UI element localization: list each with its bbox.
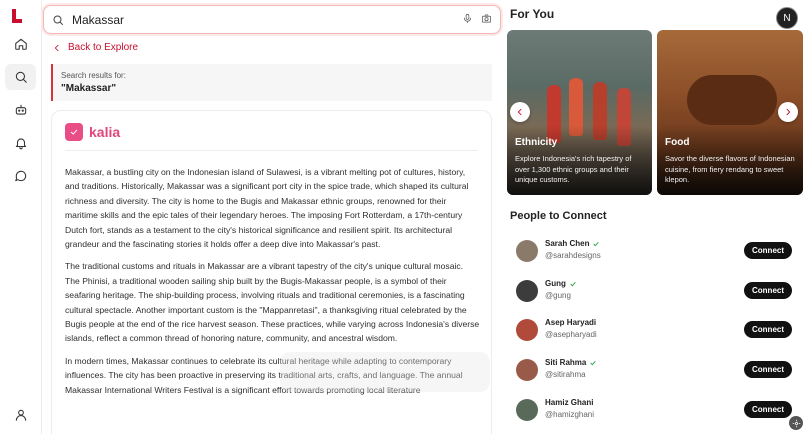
user-icon: [15, 409, 26, 421]
person-row: Sarah Chen @sarahdesigns Connect: [516, 238, 796, 264]
person-name-row: Siti Rahma: [545, 358, 597, 367]
search-icon: [53, 15, 63, 25]
person-name: Siti Rahma: [545, 358, 587, 367]
person-name-row: Asep Haryadi: [545, 318, 596, 327]
people-to-connect-title: People to Connect: [510, 210, 607, 222]
search-icon: [15, 71, 27, 83]
person-handle: @sitirahma: [545, 370, 586, 379]
image-search-button[interactable]: [481, 11, 492, 29]
avatar[interactable]: [516, 359, 538, 381]
bell-icon: [15, 138, 26, 150]
article-paragraph: Makassar, a bustling city on the Indones…: [65, 167, 469, 250]
robot-icon: [15, 104, 26, 115]
chevron-left-icon: [517, 108, 522, 116]
gear-icon: [792, 419, 800, 427]
nav-home[interactable]: [5, 31, 36, 57]
nav-profile[interactable]: [5, 402, 36, 428]
search-bar[interactable]: Makassar: [43, 5, 501, 34]
floating-overlay: [280, 352, 490, 392]
person-name: Asep Haryadi: [545, 318, 597, 327]
chevron-right-icon: [786, 108, 791, 116]
nav-search[interactable]: [5, 64, 36, 90]
person-handle: @asepharyadi: [545, 330, 597, 339]
connect-button[interactable]: Connect: [744, 242, 792, 259]
settings-button[interactable]: [789, 416, 803, 430]
person-name: Hamiz Ghani: [545, 398, 594, 407]
person-name-row: Gung: [545, 279, 577, 288]
app-logo-icon[interactable]: [11, 9, 23, 23]
article-paragraph: The traditional customs and rituals in M…: [65, 261, 480, 344]
carousel-next-button[interactable]: [778, 102, 798, 122]
brand-name: kalia: [89, 124, 121, 140]
user-avatar[interactable]: N: [776, 7, 798, 29]
connect-button[interactable]: Connect: [744, 361, 792, 378]
food-bowl-shape: [687, 75, 777, 125]
verified-icon: [590, 360, 597, 365]
avatar[interactable]: [516, 280, 538, 302]
carousel-prev-button[interactable]: [510, 102, 530, 122]
person-name-row: Sarah Chen: [545, 239, 600, 248]
avatar[interactable]: [516, 399, 538, 421]
tile-description: Savor the diverse flavors of Indonesian …: [665, 154, 795, 184]
person-row: Asep Haryadi @asepharyadi Connect: [516, 317, 796, 343]
nav-notifications[interactable]: [5, 130, 36, 156]
person-row: Siti Rahma @sitirahma Connect: [516, 357, 796, 383]
chevron-left-icon: [54, 44, 59, 51]
connect-button[interactable]: Connect: [744, 321, 792, 338]
sidebar-rail: [0, 0, 42, 434]
person-row: Hamiz Ghani @hamizghani Connect: [516, 397, 796, 423]
connect-button[interactable]: Connect: [744, 401, 792, 418]
divider: [65, 150, 478, 151]
chat-icon: [14, 170, 26, 182]
kalia-logo: [65, 123, 83, 141]
tile-title: Food: [665, 137, 690, 148]
person-name: Gung: [545, 279, 566, 288]
nav-messages[interactable]: [5, 163, 36, 189]
tile-title: Ethnicity: [515, 137, 558, 148]
person-handle: @gung: [545, 291, 571, 300]
person-handle: @hamizghani: [545, 410, 595, 419]
search-results-header: Search results for: "Makassar": [51, 64, 492, 101]
avatar[interactable]: [516, 319, 538, 341]
verified-icon: [593, 241, 600, 246]
check-icon: [70, 129, 78, 135]
card-header: kalia: [65, 123, 120, 141]
connect-button[interactable]: Connect: [744, 282, 792, 299]
back-to-explore-link[interactable]: Back to Explore: [52, 42, 138, 53]
camera-icon: [482, 13, 491, 23]
results-label: Search results for:: [61, 71, 126, 80]
microphone-icon: [463, 13, 472, 23]
nav-bot[interactable]: [5, 97, 36, 123]
person-name: Sarah Chen: [545, 239, 590, 248]
verified-icon: [570, 281, 576, 286]
search-input[interactable]: Makassar: [72, 13, 454, 27]
tile-description: Explore Indonesia's rich tapestry of ove…: [515, 154, 632, 184]
voice-search-button[interactable]: [462, 11, 473, 29]
avatar[interactable]: [516, 240, 538, 262]
person-name-row: Hamiz Ghani: [545, 398, 593, 407]
person-row: Gung @gung Connect: [516, 278, 796, 304]
back-label: Back to Explore: [68, 42, 139, 53]
results-term: "Makassar": [61, 83, 117, 94]
person-handle: @sarahdesigns: [545, 251, 601, 260]
home-icon: [14, 38, 27, 50]
for-you-title: For You: [510, 7, 555, 21]
